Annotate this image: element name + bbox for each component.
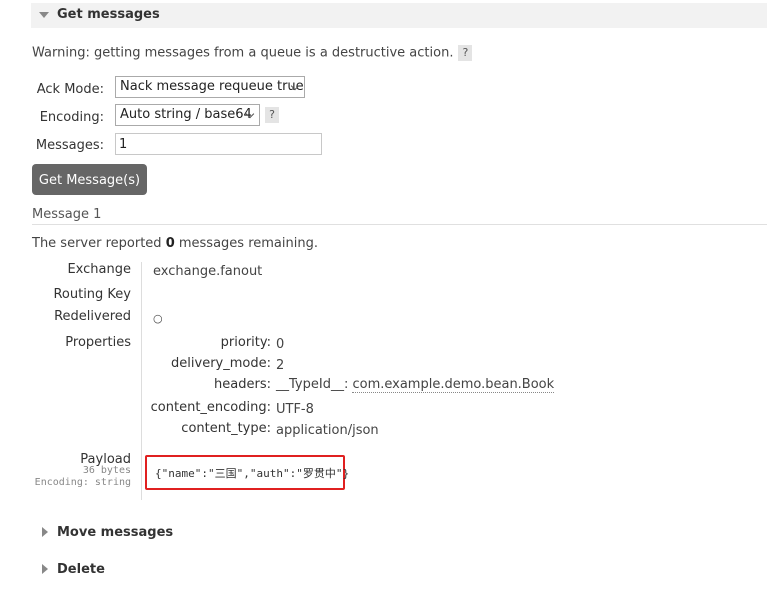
exchange-value: exchange.fanout	[153, 264, 263, 279]
header-value: com.example.demo.bean.Book	[352, 377, 555, 393]
destructive-warning: Warning: getting messages from a queue i…	[32, 45, 473, 61]
messages-label: Messages:	[35, 138, 104, 153]
ack-mode-select[interactable]: Nack message requeue true	[115, 76, 305, 98]
move-messages-title: Move messages	[57, 525, 174, 540]
routing-key-label: Routing Key	[53, 287, 131, 302]
encoding-help-icon[interactable]: ?	[265, 107, 279, 123]
ack-mode-label: Ack Mode:	[36, 82, 104, 97]
delete-title: Delete	[57, 562, 105, 577]
server-report-suffix: messages remaining.	[174, 236, 318, 251]
warning-help-icon[interactable]: ?	[458, 45, 473, 61]
payload-highlight-box: {"name":"三国","auth":"罗贯中"}	[145, 455, 349, 490]
redelivered-icon: ○	[153, 312, 163, 325]
payload-body: {"name":"三国","auth":"罗贯中"}	[155, 467, 350, 480]
warning-text: Warning: getting messages from a queue i…	[32, 45, 454, 61]
remaining-count: 0	[165, 236, 175, 251]
get-messages-button[interactable]: Get Message(s)	[32, 164, 147, 195]
payload-encoding: Encoding: string	[34, 477, 131, 488]
server-report: The server reported 0 messages remaining…	[32, 236, 318, 251]
collapse-arrow-icon	[39, 12, 49, 18]
server-report-prefix: The server reported	[32, 236, 166, 251]
exchange-label: Exchange	[67, 262, 131, 277]
message-heading: Message 1	[32, 207, 102, 222]
redelivered-label: Redelivered	[54, 309, 131, 324]
content-encoding-label: content_encoding:	[150, 400, 271, 415]
encoding-select[interactable]: Auto string / base64	[115, 104, 260, 126]
headers-label: headers:	[214, 377, 271, 392]
priority-value: 0	[276, 337, 285, 352]
ack-mode-value: Nack message requeue true	[120, 79, 304, 94]
expand-arrow-icon	[42, 564, 48, 574]
headers-entry: __TypeId__: com.example.demo.bean.Book	[276, 377, 555, 393]
encoding-value: Auto string / base64	[120, 107, 252, 122]
section-title: Get messages	[57, 7, 160, 22]
expand-arrow-icon	[42, 527, 48, 537]
priority-label: priority:	[220, 335, 271, 350]
content-type-label: content_type:	[181, 421, 271, 436]
get-messages-header[interactable]: Get messages	[31, 3, 767, 28]
content-encoding-value: UTF-8	[276, 402, 314, 417]
delivery-mode-label: delivery_mode:	[171, 356, 271, 371]
messages-count-input[interactable]	[115, 133, 322, 155]
divider	[32, 224, 767, 225]
delivery-mode-value: 2	[276, 358, 285, 373]
header-key: __TypeId__:	[276, 377, 349, 392]
properties-label: Properties	[65, 335, 131, 350]
encoding-label: Encoding:	[39, 110, 104, 125]
content-type-value: application/json	[276, 423, 379, 438]
payload-size: 36 bytes	[82, 465, 131, 476]
